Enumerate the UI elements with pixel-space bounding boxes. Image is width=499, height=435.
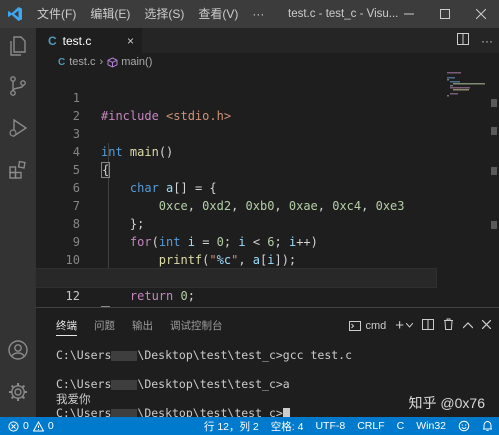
tab-debug-console[interactable]: 调试控制台 <box>170 318 223 333</box>
warning-count: 0 <box>47 420 54 432</box>
extensions-icon[interactable] <box>6 158 30 182</box>
breadcrumb-separator: › <box>99 56 104 68</box>
activity-bar <box>0 28 36 417</box>
menu-selection[interactable]: 选择(S) <box>137 0 191 28</box>
terminal-select[interactable]: cmd <box>349 320 386 332</box>
bell-icon[interactable] <box>482 420 493 432</box>
encoding[interactable]: UTF-8 <box>315 420 345 432</box>
code-editor[interactable]: 1 #include <stdio.h> 2 3 int main() 4 { … <box>35 71 499 322</box>
close-panel-icon[interactable] <box>481 319 492 332</box>
close-window-button[interactable] <box>463 0 499 28</box>
new-terminal-button[interactable]: + <box>395 317 413 334</box>
run-debug-icon[interactable] <box>6 116 30 140</box>
split-terminal-icon[interactable] <box>422 318 434 333</box>
platform[interactable]: Win32 <box>416 420 446 432</box>
breadcrumb: C test.c › main() <box>36 53 499 71</box>
code-line-active[interactable]: 12 } <box>35 268 437 322</box>
code-line[interactable]: 8 for(int i = 0; i < 6; i++) <box>36 197 436 249</box>
menu-edit[interactable]: 编辑(E) <box>83 0 137 28</box>
terminal-select-value: cmd <box>365 319 387 332</box>
gear-icon[interactable] <box>6 380 30 404</box>
cursor-position[interactable]: 行 12，列 2 <box>204 419 259 434</box>
bottom-panel: 终端 问题 输出 调试控制台 cmd + C:\Users \Desktop\te… <box>36 307 499 420</box>
status-bar: 0 0 行 12，列 2 空格: 4 UTF-8 CRLF C Win32 <box>0 417 499 435</box>
tab-label: test.c <box>62 33 92 48</box>
trash-icon[interactable] <box>443 318 454 333</box>
code-line[interactable]: 10 <box>36 233 436 267</box>
breadcrumb-file[interactable]: test.c <box>69 56 95 68</box>
window-title: test.c - test_c - Visu... <box>288 8 399 20</box>
menu-file[interactable]: 文件(F) <box>30 0 83 28</box>
minimize-icon <box>404 13 414 15</box>
error-count: 0 <box>23 420 29 432</box>
code-line[interactable]: 2 <box>36 89 436 123</box>
maximize-panel-icon[interactable] <box>462 320 474 332</box>
line-number: 12 <box>65 289 80 303</box>
code-line[interactable]: 9 printf("%c", a[i]); <box>36 215 436 267</box>
menu-bar: 文件(F) 编辑(E) 选择(S) 查看(V) ··· <box>30 0 271 28</box>
code-line[interactable]: 4 { <box>36 125 436 178</box>
maximize-button[interactable] <box>427 0 463 28</box>
account-icon[interactable] <box>6 338 30 362</box>
function-cube-icon <box>107 56 118 68</box>
chevron-down-icon <box>406 323 413 328</box>
tab-terminal[interactable]: 终端 <box>56 318 77 336</box>
vscode-logo-icon <box>0 0 30 28</box>
more-menus-icon[interactable]: ··· <box>245 0 271 28</box>
explorer-icon[interactable] <box>6 34 30 58</box>
editor-scrollbar[interactable] <box>490 71 499 307</box>
menu-view[interactable]: 查看(V) <box>191 0 245 28</box>
terminal-line: C:\Users \Desktop\test\test_c>gcc test.c <box>56 348 353 362</box>
redacted-username <box>111 350 138 361</box>
terminal-icon <box>349 320 362 331</box>
tab-close-icon[interactable]: × <box>127 34 134 48</box>
plus-icon: + <box>395 317 404 334</box>
c-file-icon: C <box>58 56 66 68</box>
code-line[interactable]: 6 0xce, 0xd2, 0xb0, 0xae, 0xc4, 0xe3 <box>36 161 436 213</box>
source-control-icon[interactable] <box>6 74 30 98</box>
tab-test-c[interactable]: C test.c × <box>36 28 142 53</box>
minimize-button[interactable] <box>391 0 427 28</box>
terminal-line: C:\Users \Desktop\test\test_c>a <box>56 377 290 391</box>
watermark: 知乎 @0x76 <box>408 395 485 411</box>
tab-problems[interactable]: 问题 <box>94 318 115 333</box>
problems-status[interactable]: 0 0 <box>8 417 54 435</box>
maximize-icon <box>440 9 450 19</box>
code-line[interactable]: 7 }; <box>36 179 436 231</box>
indentation[interactable]: 空格: 4 <box>271 419 304 434</box>
close-icon <box>476 9 486 19</box>
split-editor-icon[interactable] <box>457 32 469 50</box>
feedback-icon[interactable] <box>458 420 470 432</box>
title-bar: 文件(F) 编辑(E) 选择(S) 查看(V) ··· test.c - tes… <box>0 0 499 28</box>
warning-icon <box>32 420 44 431</box>
code-line[interactable]: 11 return 0; <box>36 251 436 303</box>
error-icon <box>8 420 19 432</box>
breadcrumb-symbol[interactable]: main() <box>121 56 152 68</box>
tab-output[interactable]: 输出 <box>132 318 153 333</box>
language-mode[interactable]: C <box>397 420 405 432</box>
editor-tab-bar: C test.c × ··· <box>36 28 499 53</box>
more-actions-icon[interactable]: ··· <box>481 34 493 48</box>
end-of-line[interactable]: CRLF <box>357 420 384 432</box>
code-line[interactable]: 1 #include <stdio.h> <box>36 71 436 123</box>
c-file-icon: C <box>48 33 57 48</box>
minimap[interactable] <box>447 71 487 101</box>
code-line[interactable]: 5 char a[] = { <box>36 143 436 195</box>
redacted-username <box>111 379 138 390</box>
code-line[interactable]: 3 int main() <box>36 107 436 159</box>
